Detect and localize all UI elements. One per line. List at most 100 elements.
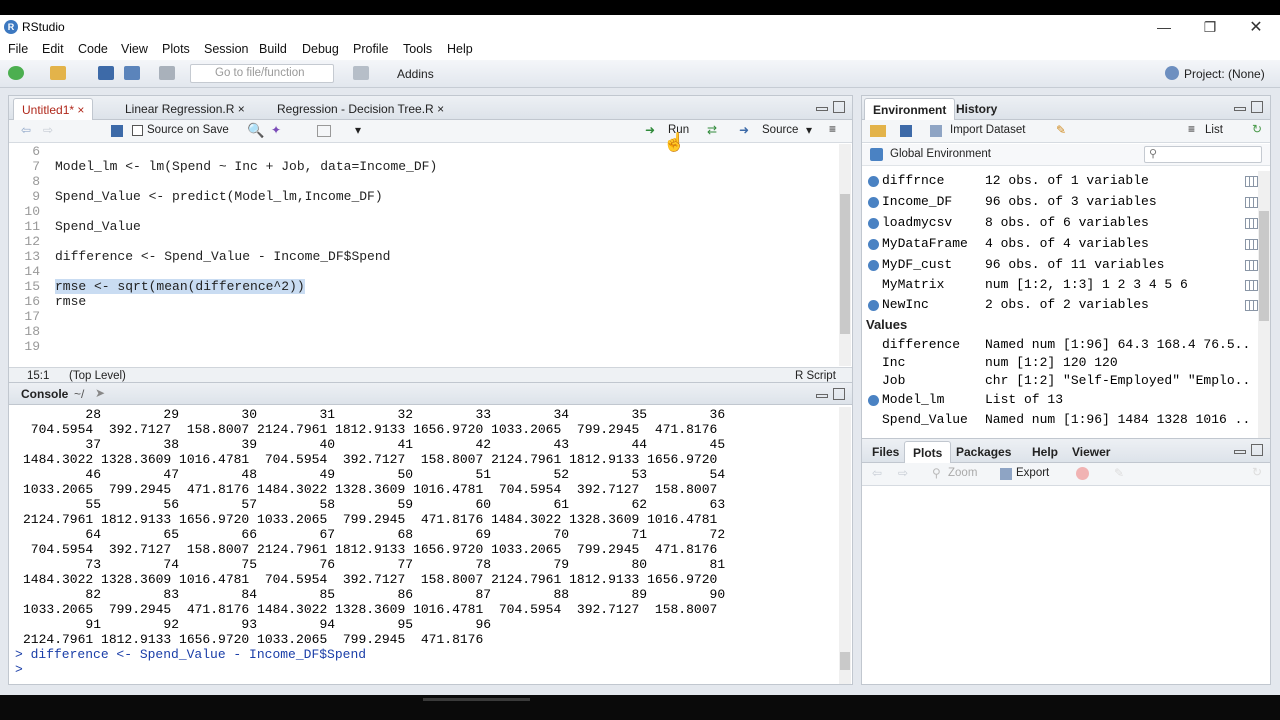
view-table-icon[interactable] — [1245, 197, 1258, 208]
env-data-row[interactable]: diffrnce 12 obs. of 1 variable — [862, 171, 1258, 191]
run-icon[interactable]: ➜ — [645, 123, 655, 137]
zoom-button[interactable]: Zoom — [948, 467, 977, 479]
env-value-row[interactable]: Model_lm List of 13 — [862, 390, 1257, 410]
tab-close-icon[interactable]: × — [77, 103, 84, 117]
clear-broom-icon[interactable]: ✎ — [1056, 123, 1066, 137]
console-output[interactable]: 28 29 30 31 32 33 34 35 36 704.5954 392.… — [9, 407, 839, 684]
expand-icon[interactable] — [868, 395, 879, 406]
maximize-pane-icon[interactable] — [833, 101, 845, 113]
menu-profile[interactable]: Profile — [353, 42, 388, 56]
global-environment-dropdown[interactable]: Global Environment — [890, 148, 991, 160]
menu-plots[interactable]: Plots — [162, 42, 190, 56]
save-file-icon[interactable] — [111, 125, 123, 137]
tab-viewer[interactable]: Viewer — [1064, 441, 1118, 463]
tab-plots[interactable]: Plots — [904, 441, 952, 463]
code-tools-icon[interactable]: ✦ — [271, 123, 281, 137]
minimize-icon[interactable]: — — [1141, 15, 1187, 40]
env-data-row[interactable]: NewInc 2 obs. of 2 variables — [862, 295, 1258, 315]
project-menu[interactable]: Project: (None) — [1184, 67, 1265, 81]
save-workspace-icon[interactable] — [900, 125, 912, 137]
env-value-row[interactable]: Spend_Value Named num [1:96] 1484 1328 10… — [862, 410, 1257, 430]
console-scrollbar[interactable] — [839, 407, 851, 684]
save-all-icon[interactable] — [124, 66, 140, 80]
code-editor[interactable]: 6 7 Model_lm <- lm(Spend ~ Inc + Job, dat… — [9, 144, 839, 366]
back-icon[interactable]: ⇦ — [21, 123, 31, 137]
minimize-pane-icon[interactable] — [816, 107, 828, 111]
minimize-pane-icon[interactable] — [816, 394, 828, 398]
expand-icon[interactable] — [868, 197, 879, 208]
file-type-indicator[interactable]: R Script — [795, 370, 836, 382]
refresh-icon[interactable]: ↻ — [1252, 122, 1262, 136]
menu-edit[interactable]: Edit — [42, 42, 64, 56]
menu-file[interactable]: File — [8, 42, 28, 56]
source-icon[interactable]: ➜ — [739, 123, 749, 137]
view-table-icon[interactable] — [1245, 176, 1258, 187]
environment-search-input[interactable]: ⚲ — [1144, 146, 1262, 163]
search-icon[interactable]: 🔍 — [247, 122, 264, 139]
tab-files[interactable]: Files — [864, 441, 907, 463]
console-prompt[interactable]: > — [15, 662, 31, 677]
maximize-pane-icon[interactable] — [1251, 444, 1263, 456]
addins-menu[interactable]: Addins — [397, 67, 434, 81]
tab-decision-tree[interactable]: Regression - Decision Tree.R × — [269, 98, 452, 120]
expand-icon[interactable] — [868, 176, 879, 187]
forward-icon[interactable]: ⇨ — [43, 123, 53, 137]
tab-history[interactable]: History — [948, 98, 1005, 120]
print-icon[interactable] — [159, 66, 175, 80]
new-file-icon[interactable] — [8, 66, 24, 80]
view-table-icon[interactable] — [1245, 280, 1258, 291]
env-data-row[interactable]: Income_DF 96 obs. of 3 variables — [862, 192, 1258, 212]
next-plot-icon[interactable]: ⇨ — [898, 466, 908, 480]
scope-indicator[interactable]: (Top Level) — [69, 370, 126, 382]
tab-close-icon[interactable]: × — [238, 102, 245, 116]
outline-icon[interactable]: ≡ — [829, 122, 836, 136]
expand-icon[interactable] — [868, 300, 879, 311]
environment-scrollbar[interactable] — [1258, 171, 1270, 441]
tab-help[interactable]: Help — [1024, 441, 1066, 463]
expand-icon[interactable] — [868, 239, 879, 250]
expand-icon[interactable] — [868, 218, 879, 229]
env-data-row[interactable]: MyDataFrame 4 obs. of 4 variables — [862, 234, 1258, 254]
env-data-row[interactable]: MyMatrix num [1:2, 1:3] 1 2 3 4 5 6 — [862, 275, 1258, 295]
env-data-row[interactable]: loadmycsv 8 obs. of 6 variables — [862, 213, 1258, 233]
tab-untitled1[interactable]: Untitled1* × — [13, 98, 94, 120]
load-workspace-icon[interactable] — [870, 125, 886, 137]
rerun-icon[interactable]: ⇄ — [707, 123, 717, 137]
import-dataset-button[interactable]: Import Dataset — [950, 124, 1025, 136]
editor-scrollbar[interactable] — [839, 144, 851, 366]
previous-plot-icon[interactable]: ⇦ — [872, 466, 882, 480]
menu-debug[interactable]: Debug — [302, 42, 339, 56]
remove-plot-icon[interactable] — [1076, 467, 1089, 480]
zoom-icon[interactable]: ⚲ — [932, 466, 941, 480]
maximize-pane-icon[interactable] — [1251, 101, 1263, 113]
menu-help[interactable]: Help — [447, 42, 473, 56]
view-table-icon[interactable] — [1245, 218, 1258, 229]
env-value-row[interactable]: Job chr [1:2] "Self-Employed" "Emplo... — [862, 371, 1257, 391]
env-value-row[interactable]: Inc num [1:2] 120 120 — [862, 353, 1257, 373]
goto-file-input[interactable]: Go to file/function — [190, 64, 334, 83]
refresh-plot-icon[interactable]: ↻ — [1252, 465, 1262, 479]
view-table-icon[interactable] — [1245, 260, 1258, 271]
tab-packages[interactable]: Packages — [948, 441, 1019, 463]
env-data-row[interactable]: MyDF_cust 96 obs. of 11 variables — [862, 255, 1258, 275]
open-folder-icon[interactable] — [50, 66, 66, 80]
clear-plots-icon[interactable]: ✎ — [1114, 466, 1124, 480]
menu-view[interactable]: View — [121, 42, 148, 56]
env-value-row[interactable]: difference Named num [1:96] 64.3 168.4 76… — [862, 335, 1257, 355]
goto-directory-icon[interactable]: ➤ — [95, 386, 105, 400]
export-menu[interactable]: Export — [1016, 467, 1049, 479]
source-button[interactable]: Source — [762, 124, 798, 136]
expand-icon[interactable] — [868, 260, 879, 271]
close-icon[interactable]: ✕ — [1233, 15, 1279, 40]
restore-icon[interactable]: ❐ — [1187, 15, 1233, 40]
view-table-icon[interactable] — [1245, 300, 1258, 311]
maximize-pane-icon[interactable] — [833, 388, 845, 400]
tab-environment[interactable]: Environment — [864, 98, 956, 120]
menu-build[interactable]: Build — [259, 42, 287, 56]
more-options-icon[interactable]: ▾ — [355, 123, 361, 137]
view-mode-dropdown[interactable]: List — [1205, 124, 1223, 136]
tab-linear-regression[interactable]: Linear Regression.R × — [117, 98, 253, 120]
compile-report-icon[interactable] — [317, 125, 331, 137]
minimize-pane-icon[interactable] — [1234, 450, 1246, 454]
menu-tools[interactable]: Tools — [403, 42, 432, 56]
